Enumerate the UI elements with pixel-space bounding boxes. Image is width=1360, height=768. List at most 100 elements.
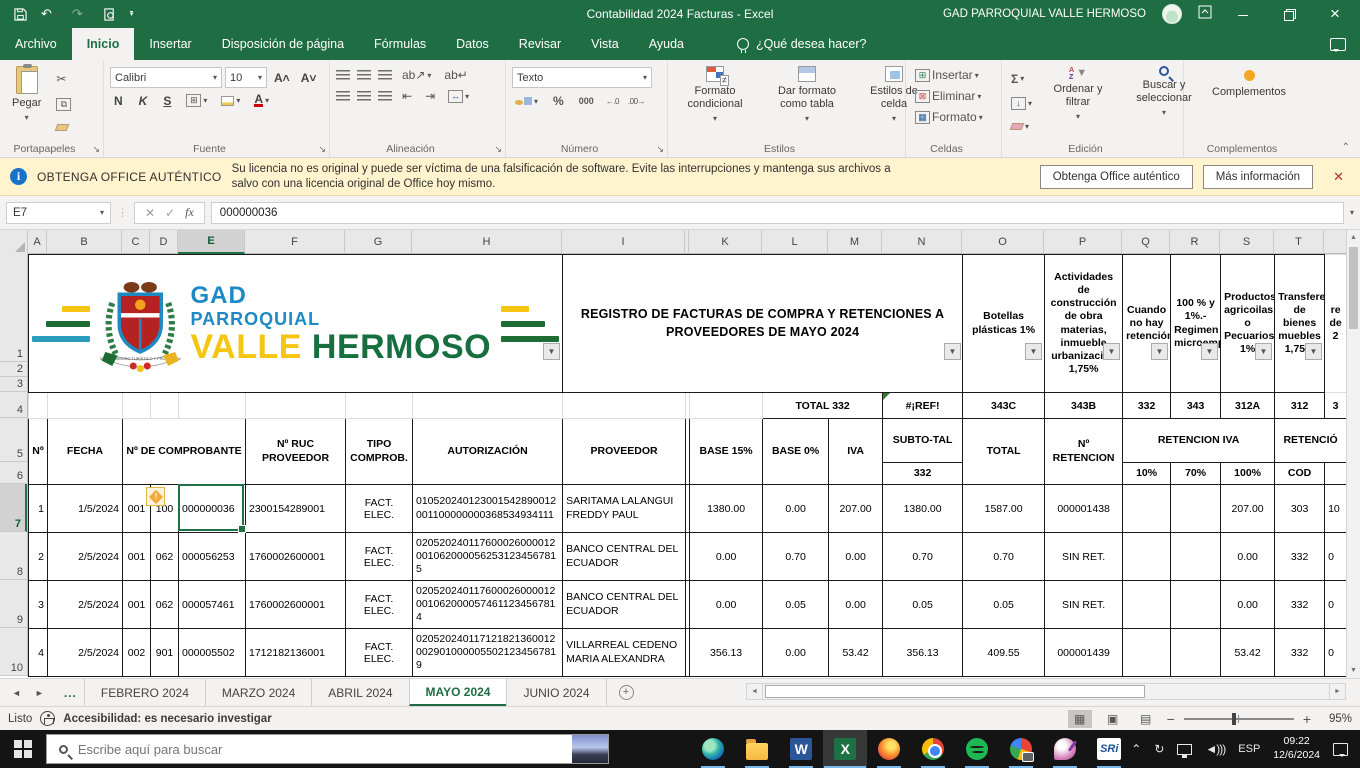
cell-tipo[interactable]: FACT. ELEC. (345, 484, 413, 533)
cell-serie2[interactable]: 901 (150, 628, 179, 677)
customize-qat-icon[interactable]: ▾ (129, 11, 134, 18)
cell-code-u-partial[interactable]: 3 (1324, 392, 1348, 419)
cell[interactable] (245, 392, 346, 419)
cell-u[interactable]: 0 (1324, 628, 1348, 677)
header-subtotal[interactable]: SUBTO-TAL (882, 418, 964, 463)
percent-style-button[interactable]: % (550, 93, 567, 109)
ribbon-display-options-icon[interactable] (1198, 5, 1212, 24)
clipboard-dialog-launcher[interactable]: ↘ (92, 144, 100, 155)
cell-total[interactable]: 0.70 (962, 532, 1046, 581)
align-center-icon[interactable] (357, 91, 371, 101)
filter-dropdown-t[interactable]: ▼ (1305, 343, 1322, 360)
cell-header-bienes-muebles[interactable]: Transferencia de bienes muebles 1,75% (1274, 254, 1326, 393)
cell-ruc[interactable]: 1760002600001 (245, 580, 346, 629)
borders-button[interactable]: ⊞ ▾ (183, 93, 210, 108)
tell-me-search[interactable]: ¿Qué desea hacer? (736, 28, 866, 60)
error-smart-tag[interactable] (146, 487, 165, 506)
row-header-3[interactable]: 3 (0, 377, 27, 392)
cell-n[interactable]: 4 (28, 628, 48, 677)
cell-tipo[interactable]: FACT. ELEC. (345, 580, 413, 629)
get-office-button[interactable]: Obtenga Office auténtico (1039, 164, 1193, 189)
cell-proveedor[interactable]: SARITAMA LALANGUI FREDDY PAUL (562, 484, 687, 533)
autosum-button[interactable]: Σ ▾ (1008, 71, 1035, 87)
cell-cod[interactable]: 332 (1274, 580, 1326, 629)
header-10pct[interactable]: 10% (1122, 462, 1172, 485)
cell-proveedor[interactable]: VILLARREAL CEDENO MARIA ALEXANDRA (562, 628, 687, 677)
row-header-8[interactable]: 8 (0, 532, 27, 580)
expand-formula-bar-icon[interactable]: ▾ (1350, 208, 1354, 217)
filter-dropdown-q[interactable]: ▼ (1151, 343, 1168, 360)
collapse-ribbon-icon[interactable]: ⌃ (1342, 142, 1350, 153)
cell-n[interactable]: 1 (28, 484, 48, 533)
accessibility-icon[interactable] (40, 711, 56, 726)
cut-icon[interactable]: ✂ (53, 71, 74, 87)
cell-ruc[interactable]: 1712182136001 (245, 628, 346, 677)
cell-base15[interactable]: 0.00 (689, 580, 764, 629)
action-center-icon[interactable] (1333, 742, 1348, 757)
scroll-down-icon[interactable]: ▼ (1347, 663, 1360, 678)
orientation-button[interactable]: ab↗ ▾ (399, 67, 434, 83)
confirm-entry-icon[interactable]: ✓ (165, 206, 175, 220)
col-header-c[interactable]: C (122, 230, 150, 254)
cell-subtotal[interactable]: 0.70 (882, 532, 964, 581)
cell[interactable] (150, 392, 179, 419)
cell-base15[interactable]: 1380.00 (689, 484, 764, 533)
header-base15[interactable]: BASE 15% (689, 418, 764, 485)
addins-button[interactable]: Complementos (1190, 64, 1308, 139)
cell[interactable] (689, 392, 764, 419)
header-70pct[interactable]: 70% (1170, 462, 1222, 485)
vertical-scrollbar[interactable]: ▲ ▼ (1346, 230, 1360, 678)
tab-insertar[interactable]: Insertar (134, 28, 206, 60)
col-header-b[interactable]: B (47, 230, 122, 254)
cell-code-343b[interactable]: 343B (1044, 392, 1124, 419)
scroll-left-icon[interactable]: ◄ (746, 683, 763, 700)
taskbar-word[interactable]: W (779, 730, 823, 768)
row-header-5[interactable]: 5 (0, 418, 27, 462)
minimize-button[interactable] (1228, 6, 1258, 22)
cell-serie1[interactable]: 002 (122, 628, 151, 677)
sheet-tab-abril[interactable]: ABRIL 2024 (311, 679, 410, 706)
prev-sheet-icon[interactable]: ◄ (12, 688, 21, 698)
sort-filter-button[interactable]: A Z ▼ Ordenar y filtrar ▾ (1041, 64, 1115, 139)
cell[interactable] (47, 392, 123, 419)
scroll-up-icon[interactable]: ▲ (1347, 230, 1360, 245)
cell-iva[interactable]: 53.42 (828, 628, 884, 677)
underline-button[interactable]: S (159, 94, 175, 108)
col-header-o[interactable]: O (962, 230, 1044, 254)
cell-ret100[interactable]: 0.00 (1220, 580, 1276, 629)
col-header-f[interactable]: F (245, 230, 345, 254)
header-ruc[interactable]: Nº RUC PROVEEDOR (245, 418, 346, 485)
start-button[interactable] (0, 730, 46, 768)
tab-inicio[interactable]: Inicio (71, 28, 135, 60)
header-num[interactable]: Nº (28, 418, 48, 485)
align-left-icon[interactable] (336, 91, 350, 101)
cell-ret100[interactable]: 53.42 (1220, 628, 1276, 677)
cell-u[interactable]: 0 (1324, 532, 1348, 581)
cell-autorizacion[interactable]: 0205202401176000260000120010620000562531… (411, 532, 564, 581)
col-header-u-partial[interactable] (1324, 230, 1346, 254)
cell-retencion[interactable]: SIN RET. (1044, 580, 1124, 629)
cell-total[interactable]: 1587.00 (962, 484, 1046, 533)
cell[interactable] (178, 392, 246, 419)
increase-indent-icon[interactable]: ⇥ (422, 88, 438, 104)
header-tipo[interactable]: TIPO COMPROB. (345, 418, 413, 485)
cell-proveedor[interactable]: BANCO CENTRAL DEL ECUADOR (562, 532, 687, 581)
cell-base15[interactable]: 356.13 (689, 628, 764, 677)
header-proveedor[interactable]: PROVEEDOR (562, 418, 687, 485)
tab-datos[interactable]: Datos (441, 28, 504, 60)
header-base0[interactable]: BASE 0% (762, 418, 830, 485)
header-total[interactable]: TOTAL (962, 418, 1046, 485)
header-subtotal-code[interactable]: 332 (882, 462, 964, 485)
search-input[interactable] (77, 741, 609, 757)
tab-archivo[interactable]: Archivo (0, 28, 72, 60)
cell-base0[interactable]: 0.00 (762, 484, 830, 533)
header-comprobante[interactable]: Nº DE COMPROBANTE (122, 418, 246, 485)
comma-style-button[interactable]: 000 (576, 95, 597, 107)
cell-cod[interactable]: 303 (1274, 484, 1326, 533)
tab-disposicion[interactable]: Disposición de página (207, 28, 359, 60)
filter-dropdown-title[interactable]: ▼ (944, 343, 961, 360)
cell[interactable] (122, 392, 151, 419)
cancel-entry-icon[interactable]: ✕ (145, 206, 155, 220)
next-sheet-icon[interactable]: ► (35, 688, 44, 698)
row-header-10[interactable]: 10 (0, 628, 27, 676)
